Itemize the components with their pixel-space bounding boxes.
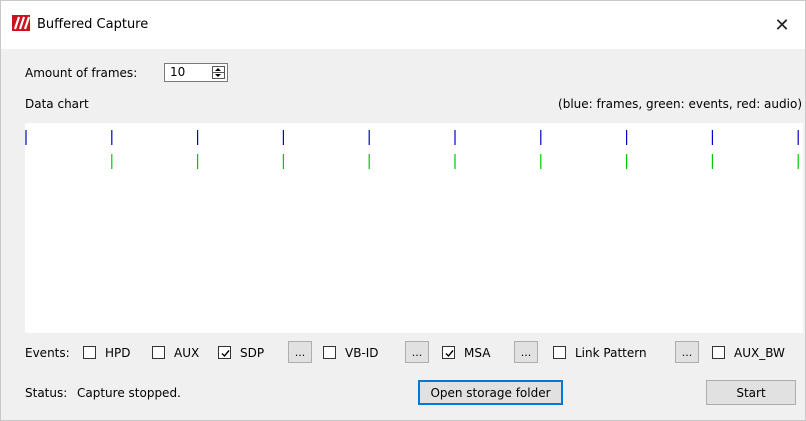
vb-id-checkbox[interactable] [323,346,336,359]
aux-bw-checkbox[interactable] [712,346,725,359]
chart-legend: (blue: frames, green: events, red: audio… [558,97,802,111]
frames-spinner[interactable]: 10 [164,63,228,82]
sdp-label: SDP [240,346,265,360]
aux-bw-label: AUX_BW [734,346,785,360]
link-pattern-checkbox[interactable] [553,346,566,359]
msa-label: MSA [464,346,491,360]
frames-label: Amount of frames: [25,66,138,80]
spin-down-icon[interactable] [215,74,221,77]
hpd-checkbox[interactable] [83,346,96,359]
spin-divider [213,72,224,73]
vb-id-options-button[interactable]: ... [405,341,429,363]
checkmark-icon [445,350,454,358]
vb-id-label: VB-ID [345,346,379,360]
close-icon: ✕ [774,14,790,36]
close-button[interactable]: ✕ [759,1,805,49]
sdp-checkbox[interactable] [218,346,231,359]
frames-value: 10 [170,65,186,79]
data-chart-canvas [25,130,799,169]
status-text: Capture stopped. [77,386,181,400]
msa-checkbox[interactable] [442,346,455,359]
data-chart [25,123,803,333]
aux-checkbox[interactable] [152,346,165,359]
link-pattern-label: Link Pattern [575,346,647,360]
start-button[interactable]: Start [706,380,796,405]
spinner-arrows-icon[interactable] [212,66,225,79]
aux-label: AUX [174,346,200,360]
window-title: Buffered Capture [37,17,149,32]
events-label: Events: [25,346,70,360]
hpd-label: HPD [105,346,131,360]
checkmark-icon [221,350,230,358]
sdp-options-button[interactable]: ... [288,341,312,363]
link-pattern-options-button[interactable]: ... [675,341,699,363]
spin-up-icon[interactable] [215,68,221,71]
app-logo-icon [12,15,30,31]
data-chart-label: Data chart [25,97,89,111]
title-bar: Buffered Capture ✕ [0,0,806,49]
open-storage-folder-button[interactable]: Open storage folder [418,380,563,405]
msa-options-button[interactable]: ... [514,341,538,363]
status-label: Status: [25,386,68,400]
